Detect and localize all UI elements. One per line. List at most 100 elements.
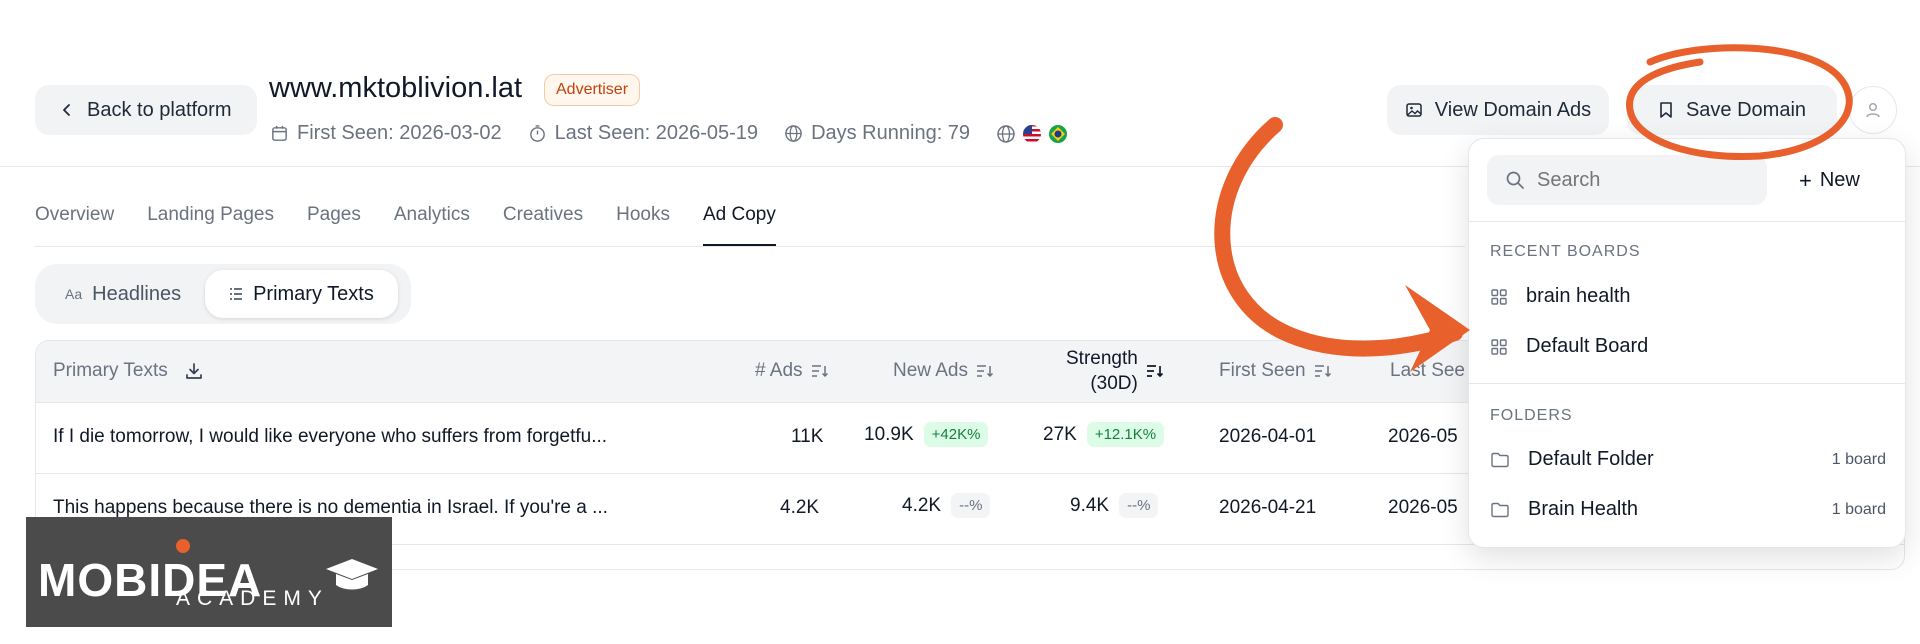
board-search-input[interactable] [1537,168,1737,192]
col-last-seen-label: Last See [1390,360,1465,381]
advertiser-badge: Advertiser [544,74,641,106]
folder-count: 1 board [1831,500,1886,518]
last-seen: Last Seen: 2026-05-19 [528,122,759,145]
board-item[interactable]: Default Board [1490,335,1886,358]
back-to-platform-button[interactable]: Back to platform [35,85,257,135]
board-item[interactable]: brain health [1490,285,1886,308]
tab-pages[interactable]: Pages [307,204,361,247]
strength-value: 27K [1043,423,1077,445]
board-grid-icon [1491,288,1507,305]
row-first-seen: 2026-04-01 [1219,426,1317,447]
folder-name: Default Folder [1528,448,1654,470]
col-ads-label: # Ads [755,360,803,381]
calendar-icon [272,125,287,141]
days-running: Days Running: 79 [784,122,970,145]
folder-count: 1 board [1831,450,1886,468]
col-first-seen-label: First Seen [1219,360,1306,381]
bookmark-icon [1660,102,1672,118]
globe-icon [785,125,802,142]
first-seen-text: First Seen: 2026-03-02 [297,122,502,144]
tab-overview[interactable]: Overview [35,204,114,247]
new-ads-change-badge: --% [951,493,991,518]
tab-ad-copy[interactable]: Ad Copy [702,204,776,247]
graduation-cap-icon [326,559,378,590]
first-seen: First Seen: 2026-03-02 [270,122,502,145]
folder-item[interactable]: Default Folder 1 board [1490,448,1886,471]
sort-icon [976,365,994,378]
tab-creatives[interactable]: Creatives [503,204,583,247]
new-board-button[interactable]: + New [1799,169,1860,192]
save-to-board-dropdown: + New RECENT BOARDS brain health Default… [1468,138,1906,548]
domain-title: www.mktoblivion.lat [269,72,523,104]
new-ads-value: 10.9K [864,423,914,445]
us-flag-icon [1023,124,1042,143]
annotation-arrow [1214,117,1463,357]
board-name: brain health [1526,285,1631,307]
plus-icon: + [1799,167,1812,193]
primary-texts-toggle[interactable]: Primary Texts [205,270,398,318]
download-icon[interactable] [184,361,204,381]
mobidea-academy-logo: MOBIDEA ACADEMY [26,517,392,627]
folder-item[interactable]: Brain Health 1 board [1490,498,1886,521]
col-new-ads[interactable]: New Ads [893,360,994,382]
copy-type-toggle: Aa Headlines Primary Texts [35,264,411,324]
folders-heading: FOLDERS [1490,407,1573,424]
col-first-seen[interactable]: First Seen [1219,360,1332,382]
col-strength-label: Strength [1066,348,1138,369]
headlines-toggle[interactable]: Aa Headlines [41,270,205,318]
back-label: Back to platform [87,98,232,121]
folder-icon [1491,452,1509,467]
folder-name: Brain Health [1528,498,1639,520]
folder-icon [1491,502,1509,517]
strength-change-badge: +12.1K% [1086,422,1165,447]
sort-desc-icon [1146,365,1163,378]
dropdown-divider [1469,221,1905,222]
days-running-text: Days Running: 79 [811,122,971,144]
recent-boards-heading: RECENT BOARDS [1490,243,1641,260]
globe-icon [997,124,1015,143]
sort-icon [1314,365,1331,378]
board-search[interactable] [1487,155,1767,205]
save-domain-label: Save Domain [1685,98,1807,121]
logo-sub-text: ACADEMY [176,587,329,610]
strength-value: 9.4K [1070,494,1110,516]
domain-meta: First Seen: 2026-03-02 Last Seen: 2026-0… [270,122,1068,145]
brazil-flag-icon [1049,124,1068,143]
save-domain-button[interactable]: Save Domain [1627,85,1837,135]
primary-texts-label: Primary Texts [253,282,374,305]
new-ads-value: 4.2K [902,494,942,516]
tab-hooks[interactable]: Hooks [616,204,670,247]
view-domain-ads-button[interactable]: View Domain Ads [1387,85,1609,135]
user-icon [1866,103,1880,118]
row-ads: 11K [791,426,824,447]
headlines-label: Headlines [92,282,182,305]
tab-analytics[interactable]: Analytics [394,204,470,247]
last-seen-text: Last Seen: 2026-05-19 [554,122,759,144]
tabs-bar: Overview Landing Pages Pages Analytics C… [35,204,776,247]
row-primary-text: If I die tomorrow, I would like everyone… [53,426,608,447]
col-strength[interactable]: Strength (30D) [1066,346,1164,396]
tab-landing-pages[interactable]: Landing Pages [147,204,274,247]
chevron-left-icon [63,104,70,116]
board-name: Default Board [1526,335,1649,357]
strength-change-badge: --% [1119,493,1159,518]
image-icon [1406,103,1422,117]
col-strength-period: (30D) [1090,373,1138,394]
col-ads[interactable]: # Ads [755,360,829,382]
search-icon [1506,171,1524,189]
row-first-seen: 2026-04-21 [1219,497,1317,518]
col-last-seen[interactable]: Last See [1390,360,1465,382]
new-ads-change-badge: +42K% [923,422,989,447]
text-size-icon: Aa [65,286,83,302]
row-strength: 9.4K --% [1070,493,1159,518]
view-ads-label: View Domain Ads [1434,98,1592,121]
row-new-ads: 10.9K +42K% [864,422,989,447]
row-last-seen: 2026-05 [1388,497,1458,518]
row-strength: 27K +12.1K% [1043,422,1165,447]
row-last-seen: 2026-05 [1388,426,1458,447]
sort-icon [811,365,828,378]
user-avatar-button[interactable] [1849,86,1897,134]
list-icon [230,288,243,300]
logo-dot-icon [176,539,190,553]
col-primary-label: Primary Texts [53,360,168,381]
